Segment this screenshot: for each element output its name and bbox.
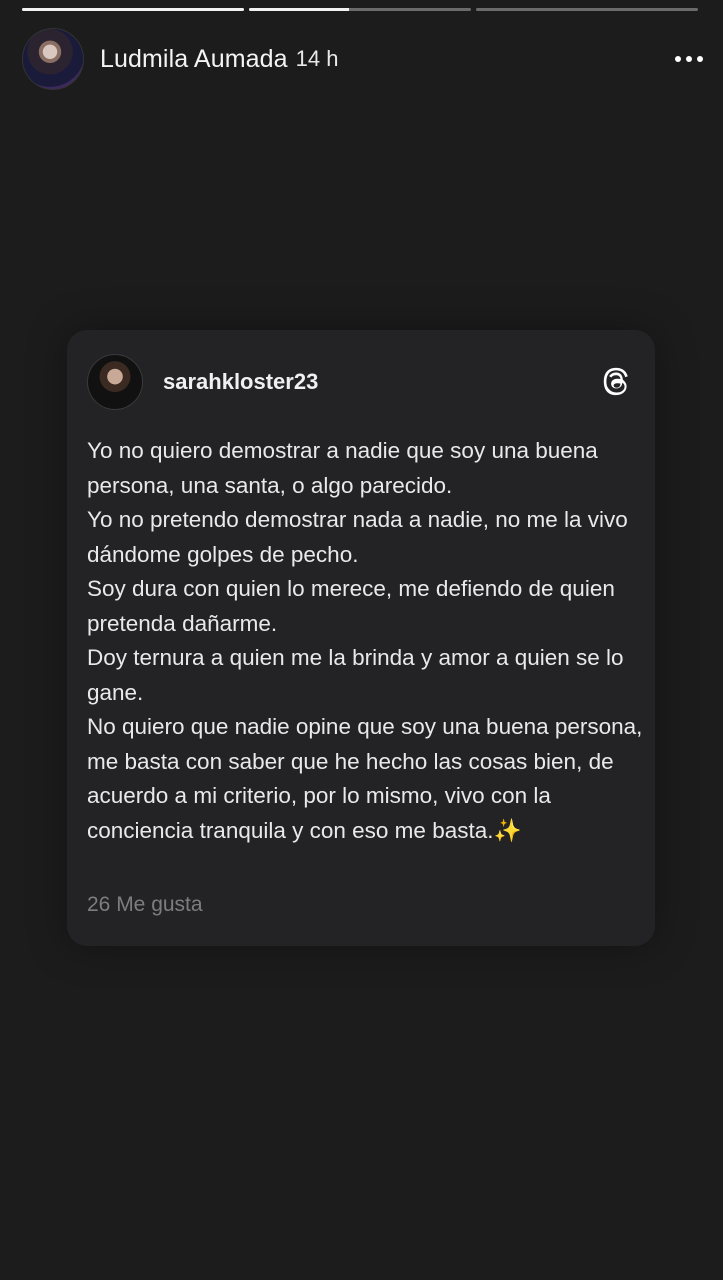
post-paragraph: No quiero que nadie opine que soy una bu… — [87, 714, 643, 843]
progress-segment-3 — [476, 8, 698, 11]
threads-post-card[interactable]: sarahkloster23 Yo no quiero demostrar a … — [67, 330, 655, 946]
post-paragraph: Doy ternura a quien me la brinda y amor … — [87, 645, 624, 705]
dot — [697, 56, 703, 62]
story-timestamp: 14 h — [295, 46, 339, 71]
progress-fill — [22, 8, 244, 11]
story-progress-bar — [22, 8, 698, 12]
story-header: Ludmila Aumada 14 h — [22, 28, 707, 90]
post-username: sarahkloster23 — [163, 369, 319, 394]
progress-segment-2 — [249, 8, 471, 11]
post-text: Yo no quiero demostrar a nadie que soy u… — [87, 434, 643, 848]
post-paragraph: Soy dura con quien lo merece, me defiend… — [87, 576, 615, 636]
likes-count[interactable]: 26 Me gusta — [87, 893, 203, 917]
author-avatar[interactable] — [22, 28, 84, 90]
post-paragraph: Yo no quiero demostrar a nadie que soy u… — [87, 438, 598, 498]
dot — [686, 56, 692, 62]
dot — [675, 56, 681, 62]
progress-fill — [249, 8, 349, 11]
post-author-avatar — [87, 354, 143, 410]
post-paragraph: Yo no pretendo demostrar nada a nadie, n… — [87, 507, 628, 567]
more-options-icon[interactable] — [671, 48, 707, 70]
author-name[interactable]: Ludmila Aumada — [100, 45, 288, 74]
post-header: sarahkloster23 — [87, 354, 633, 410]
threads-logo-icon — [603, 367, 628, 396]
progress-segment-1 — [22, 8, 244, 11]
